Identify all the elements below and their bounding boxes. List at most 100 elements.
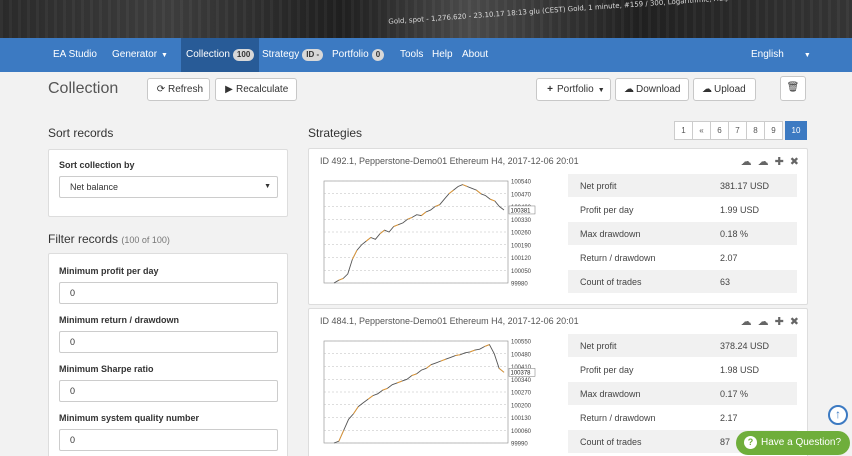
cloud-download-icon[interactable]: ☁ (741, 315, 752, 328)
refresh-icon: ⟳ (156, 84, 166, 95)
stat-label: Max drawdown (580, 389, 641, 399)
nav-portfolio-label: Portfolio (332, 49, 369, 60)
portfolio-menu-label: Portfolio (557, 84, 594, 95)
help-widget-label: Have a Question? (761, 437, 842, 448)
collection-count-badge: 100 (232, 49, 255, 61)
stat-value: 87 (720, 437, 731, 447)
stat-value: 0.18 % (720, 229, 749, 239)
stat-label: Return / drawdown (580, 253, 656, 263)
y-tick-label: 100260 (511, 231, 532, 237)
page-button[interactable]: 6 (710, 121, 729, 140)
nav-about[interactable]: About (462, 38, 488, 72)
nav-collection-label: Collection (186, 49, 230, 60)
portfolio-menu-button[interactable]: + Portfolio ▼ (536, 78, 611, 101)
balance-chart: 1005501004801004101003401002701002001001… (323, 340, 536, 448)
page-button[interactable]: 7 (728, 121, 747, 140)
page-button-active[interactable]: 10 (785, 121, 807, 140)
stat-value: 378.24 USD (720, 341, 770, 351)
y-tick-label: 100540 (511, 180, 532, 186)
stat-label: Count of trades (580, 277, 642, 287)
min-profit-input[interactable]: 0 (59, 282, 278, 304)
language-label: English (751, 49, 784, 60)
strategy-card[interactable]: ID 492.1, Pepperstone-Demo01 Ethereum H4… (308, 148, 808, 305)
cloud-upload-icon[interactable]: ☁ (758, 315, 769, 328)
balance-chart: 1005401004701004001003301002601001901001… (323, 180, 536, 288)
recalculate-button[interactable]: ▶ Recalculate (215, 78, 297, 101)
card-actions: ☁ ☁ ✚ ✖ (735, 315, 799, 328)
stat-label: Max drawdown (580, 229, 641, 239)
plus-icon[interactable]: ✚ (775, 315, 784, 328)
y-tick-label: 100480 (511, 352, 532, 358)
filter-count: (100 of 100) (121, 235, 170, 245)
page-button[interactable]: 8 (746, 121, 765, 140)
stat-value: 0.17 % (720, 389, 749, 399)
stat-label: Net profit (580, 341, 617, 351)
delete-all-button[interactable]: 🗑 (780, 76, 806, 101)
sort-select[interactable]: Net balance ▼ (59, 176, 278, 198)
language-select[interactable]: English ▼ (751, 38, 811, 72)
download-button[interactable]: ☁ Download (615, 78, 689, 101)
refresh-label: Refresh (168, 84, 204, 95)
nav-help[interactable]: Help (432, 38, 453, 72)
upload-button[interactable]: ☁ Upload (693, 78, 756, 101)
stat-label: Count of trades (580, 437, 642, 447)
y-tick-label: 100190 (511, 243, 532, 249)
y-tick-label: 99980 (511, 282, 528, 288)
play-icon: ▶ (225, 84, 233, 95)
sort-panel: Sort collection by Net balance ▼ (48, 149, 288, 217)
strategy-card[interactable]: ID 484.1, Pepperstone-Demo01 Ethereum H4… (308, 308, 808, 456)
page-button[interactable]: 1 (674, 121, 693, 140)
refresh-button[interactable]: ⟳ Refresh (147, 78, 210, 101)
min-return-input[interactable]: 0 (59, 331, 278, 353)
y-tick-label: 99990 (511, 442, 528, 448)
y-tick-label: 100330 (511, 218, 532, 224)
nav-portfolio[interactable]: Portfolio 0 (332, 38, 385, 72)
close-icon[interactable]: ✖ (790, 155, 799, 168)
nav-brand[interactable]: EA Studio (53, 38, 97, 72)
plus-icon[interactable]: ✚ (775, 155, 784, 168)
stat-row: Return / drawdown 2.07 (568, 246, 797, 270)
y-tick-label: 100550 (511, 340, 532, 346)
help-widget-button[interactable]: ? Have a Question? (736, 431, 850, 455)
close-icon[interactable]: ✖ (790, 315, 799, 328)
stat-value: 1.99 USD (720, 205, 760, 215)
nav-tools[interactable]: Tools (400, 38, 423, 72)
stat-label: Profit per day (580, 205, 634, 215)
min-sharpe-input[interactable]: 0 (59, 380, 278, 402)
strategy-title: ID 484.1, Pepperstone-Demo01 Ethereum H4… (320, 316, 579, 326)
arrow-up-icon: ↑ (835, 407, 841, 421)
nav-strategy-label: Strategy (262, 49, 300, 60)
question-icon: ? (744, 436, 757, 449)
cloud-download-icon: ☁ (624, 84, 634, 95)
stat-row: Net profit 381.17 USD (568, 174, 797, 198)
stat-value: 1.98 USD (720, 365, 760, 375)
y-tick-label: 100200 (511, 403, 532, 409)
card-actions: ☁ ☁ ✚ ✖ (735, 155, 799, 168)
current-value-label: 100381 (511, 208, 532, 214)
current-value-label: 100378 (511, 371, 532, 377)
stat-value: 63 (720, 277, 731, 287)
banner-ticker: Gold, spot - 1,276.620 - 23.10.17 18:13 … (388, 0, 730, 26)
strategy-title: ID 492.1, Pepperstone-Demo01 Ethereum H4… (320, 156, 579, 166)
cloud-upload-icon[interactable]: ☁ (758, 155, 769, 168)
y-tick-label: 100120 (511, 256, 532, 262)
portfolio-count-badge: 0 (371, 49, 385, 61)
filter-heading: Filter records (100 of 100) (48, 232, 170, 246)
cloud-download-icon[interactable]: ☁ (741, 155, 752, 168)
stat-row: Return / drawdown 2.17 (568, 406, 797, 430)
stat-value: 2.07 (720, 253, 738, 263)
trash-icon: 🗑 (786, 82, 800, 93)
page-prev-button[interactable]: « (692, 121, 711, 140)
nav-generator[interactable]: Generator ▼ (112, 38, 168, 72)
stat-label: Profit per day (580, 365, 634, 375)
min-sqn-input[interactable]: 0 (59, 429, 278, 451)
nav-strategy[interactable]: Strategy ID - (262, 38, 324, 72)
stat-label: Return / drawdown (580, 413, 656, 423)
y-tick-label: 100270 (511, 391, 532, 397)
scroll-to-top-button[interactable]: ↑ (828, 405, 848, 425)
filter-label-sharpe: Minimum Sharpe ratio (59, 364, 154, 374)
page-button[interactable]: 9 (764, 121, 783, 140)
nav-collection[interactable]: Collection 100 (181, 38, 260, 72)
sort-label: Sort collection by (59, 160, 135, 170)
stat-row: Net profit 378.24 USD (568, 334, 797, 358)
